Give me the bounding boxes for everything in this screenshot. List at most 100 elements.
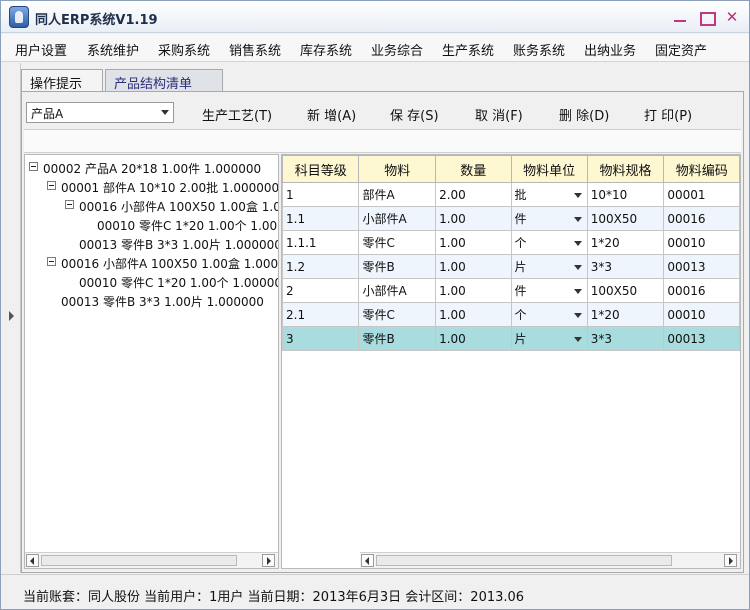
menu-system-maintenance[interactable]: 系统维护 [87,40,139,59]
cell-code[interactable]: 00016 [663,278,740,303]
cell-quantity[interactable]: 1.00 [435,254,512,279]
cell-spec[interactable]: 1*20 [586,302,665,327]
cell-spec[interactable]: 100X50 [586,206,665,231]
cell-material[interactable]: 小部件A [358,206,437,231]
col-header-level[interactable]: 科目等级 [282,155,360,183]
cell-level[interactable]: 1.1.1 [282,230,360,255]
table-row[interactable]: 1.2 零件B 1.00 片 3*3 00013 [282,254,740,279]
cell-level[interactable]: 2.1 [282,302,360,327]
dropdown-arrow-icon[interactable] [573,265,582,270]
dropdown-arrow-icon[interactable] [573,337,582,342]
col-header-spec[interactable]: 物料规格 [586,155,665,183]
cell-material[interactable]: 零件C [358,230,437,255]
cell-level[interactable]: 3 [282,326,360,351]
dropdown-arrow-icon[interactable] [573,313,582,318]
dropdown-arrow-icon[interactable] [573,217,582,222]
dropdown-arrow-icon[interactable] [573,241,582,246]
col-header-material[interactable]: 物料 [358,155,437,183]
cell-level[interactable]: 1.1 [282,206,360,231]
cell-code[interactable]: 00010 [663,302,740,327]
expand-arrow-icon[interactable] [9,311,14,321]
process-button[interactable]: 生产工艺(T) [202,105,272,124]
bom-grid[interactable]: 科目等级 物料 数量 物料单位 物料规格 物料编码 1 部件A 2.00 批 1 [281,154,741,569]
scroll-left-icon[interactable] [361,554,374,567]
collapse-icon[interactable] [29,162,38,171]
cell-quantity[interactable]: 1.00 [435,302,512,327]
cell-spec[interactable]: 1*20 [586,230,665,255]
grid-horizontal-scrollbar[interactable] [360,552,740,568]
scroll-right-icon[interactable] [724,554,737,567]
menu-purchase[interactable]: 采购系统 [158,40,210,59]
col-header-code[interactable]: 物料编码 [663,155,740,183]
close-button[interactable]: ✕ [721,7,743,27]
dropdown-arrow-icon[interactable] [573,193,582,198]
scroll-left-icon[interactable] [26,554,39,567]
cell-material[interactable]: 小部件A [358,278,437,303]
cell-level[interactable]: 1.2 [282,254,360,279]
maximize-button[interactable] [695,7,717,27]
cell-spec[interactable]: 3*3 [586,326,665,351]
cell-spec[interactable]: 10*10 [586,182,665,207]
cell-code[interactable]: 00010 [663,230,740,255]
cell-quantity[interactable]: 1.00 [435,230,512,255]
add-button[interactable]: 新 增(A) [307,105,356,124]
cell-quantity[interactable]: 2.00 [435,182,512,207]
menu-fixed-assets[interactable]: 固定资产 [655,40,707,59]
menu-user-settings[interactable]: 用户设置 [15,40,67,59]
cell-code[interactable]: 00013 [663,326,740,351]
cell-code[interactable]: 00016 [663,206,740,231]
cell-spec[interactable]: 100X50 [586,278,665,303]
cell-unit[interactable]: 件 [510,278,588,303]
menu-accounting[interactable]: 账务系统 [513,40,565,59]
cell-code[interactable]: 00001 [663,182,740,207]
table-row-selected[interactable]: 3 零件B 1.00 片 3*3 00013 [282,326,740,351]
cell-unit[interactable]: 片 [510,254,588,279]
dropdown-arrow-icon[interactable] [573,289,582,294]
save-button[interactable]: 保 存(S) [390,105,439,124]
cancel-button[interactable]: 取 消(F) [475,105,523,124]
cell-level[interactable]: 1 [282,182,360,207]
cell-quantity[interactable]: 1.00 [435,326,512,351]
collapse-icon[interactable] [47,181,56,190]
product-select[interactable]: 产品A [26,102,174,123]
menu-sales[interactable]: 销售系统 [229,40,281,59]
table-row[interactable]: 2 小部件A 1.00 件 100X50 00016 [282,278,740,303]
print-button[interactable]: 打 印(P) [644,105,692,124]
cell-unit[interactable]: 个 [510,302,588,327]
cell-material[interactable]: 零件B [358,254,437,279]
col-header-unit[interactable]: 物料单位 [510,155,588,183]
menu-inventory[interactable]: 库存系统 [300,40,352,59]
cell-unit[interactable]: 件 [510,206,588,231]
cell-spec[interactable]: 3*3 [586,254,665,279]
tab-tips[interactable]: 操作提示 [21,69,103,92]
chevron-down-icon[interactable] [161,110,169,115]
cell-material[interactable]: 零件B [358,326,437,351]
cell-material[interactable]: 部件A [358,182,437,207]
cell-unit[interactable]: 个 [510,230,588,255]
cell-code[interactable]: 00013 [663,254,740,279]
scroll-thumb[interactable] [376,555,672,566]
menu-business[interactable]: 业务综合 [371,40,423,59]
col-header-quantity[interactable]: 数量 [435,155,512,183]
tab-bom[interactable]: 产品结构清单 [105,69,223,92]
cell-level[interactable]: 2 [282,278,360,303]
table-row[interactable]: 2.1 零件C 1.00 个 1*20 00010 [282,302,740,327]
cell-quantity[interactable]: 1.00 [435,278,512,303]
menu-cashier[interactable]: 出纳业务 [584,40,636,59]
scroll-right-icon[interactable] [262,554,275,567]
side-collapse-strip[interactable] [1,63,21,573]
table-row[interactable]: 1.1.1 零件C 1.00 个 1*20 00010 [282,230,740,255]
minimize-button[interactable] [669,7,691,27]
delete-button[interactable]: 删 除(D) [559,105,609,124]
cell-quantity[interactable]: 1.00 [435,206,512,231]
menu-production[interactable]: 生产系统 [442,40,494,59]
collapse-icon[interactable] [65,200,74,209]
scroll-thumb[interactable] [41,555,237,566]
table-row[interactable]: 1 部件A 2.00 批 10*10 00001 [282,182,740,207]
tree-horizontal-scrollbar[interactable] [25,552,278,568]
cell-material[interactable]: 零件C [358,302,437,327]
cell-unit[interactable]: 批 [510,182,588,207]
cell-unit[interactable]: 片 [510,326,588,351]
bom-tree[interactable]: 00002 产品A 20*18 1.00件 1.000000 00001 部件A… [24,154,279,569]
collapse-icon[interactable] [47,257,56,266]
